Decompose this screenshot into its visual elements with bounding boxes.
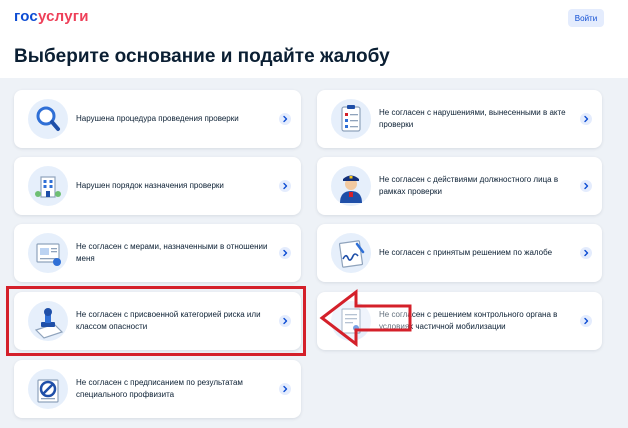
reason-label: Нарушена процедура проведения проверки	[76, 114, 239, 123]
chevron-right-icon[interactable]	[580, 247, 592, 259]
magnifier-icon	[27, 98, 69, 140]
reason-label: Не согласен с принятым решением по жалоб…	[379, 248, 553, 257]
reason-label: Нарушен порядок назначения проверки	[76, 181, 224, 190]
reason-card-prescription[interactable]: Не согласен с предписанием по результата…	[14, 360, 301, 418]
chevron-right-icon[interactable]	[279, 180, 291, 192]
chevron-right-icon[interactable]	[279, 383, 291, 395]
top-header: госуслуги Войти	[0, 0, 628, 36]
page-title: Выберите основание и подайте жалобу	[14, 46, 390, 67]
reason-card-act-violations[interactable]: Не согласен с нарушениями, вынесенными в…	[317, 90, 602, 148]
officer-icon	[330, 165, 372, 207]
logo-part-uslugi: услуги	[37, 8, 89, 25]
login-button[interactable]: Войти	[568, 9, 604, 27]
chevron-right-icon[interactable]	[580, 180, 592, 192]
reason-card-measures[interactable]: Не согласен с мерами, назначенными в отн…	[14, 224, 301, 282]
reason-label: Не согласен с предписанием по результата…	[76, 378, 243, 399]
reason-card-complaint-decision[interactable]: Не согласен с принятым решением по жалоб…	[317, 224, 602, 282]
document-seal-icon	[27, 232, 69, 274]
logo-part-gos: гос	[14, 8, 38, 25]
reason-label: Не согласен с присвоенной категорией рис…	[76, 310, 261, 331]
chevron-right-icon[interactable]	[279, 315, 291, 327]
gosuslugi-logo[interactable]: госуслуги	[14, 8, 89, 25]
chevron-right-icon[interactable]	[580, 315, 592, 327]
reason-label: Не согласен с действиями должностного ли…	[379, 175, 559, 196]
reason-card-official-actions[interactable]: Не согласен с действиями должностного ли…	[317, 157, 602, 215]
signed-document-icon	[330, 232, 372, 274]
reason-card-procedure-violated[interactable]: Нарушена процедура проведения проверки	[14, 90, 301, 148]
reason-label: Не согласен с мерами, назначенными в отн…	[76, 242, 268, 263]
building-icon	[27, 165, 69, 207]
red-arrow-left-icon	[319, 288, 412, 348]
clipboard-checklist-icon	[330, 98, 372, 140]
prohibition-icon	[27, 368, 69, 410]
chevron-right-icon[interactable]	[279, 113, 291, 125]
stamp-icon	[27, 300, 69, 342]
chevron-right-icon[interactable]	[580, 113, 592, 125]
reason-label: Не согласен с нарушениями, вынесенными в…	[379, 108, 566, 129]
chevron-right-icon[interactable]	[279, 247, 291, 259]
reason-card-appointment-order[interactable]: Нарушен порядок назначения проверки	[14, 157, 301, 215]
reason-card-risk-category[interactable]: Не согласен с присвоенной категорией рис…	[14, 292, 301, 350]
